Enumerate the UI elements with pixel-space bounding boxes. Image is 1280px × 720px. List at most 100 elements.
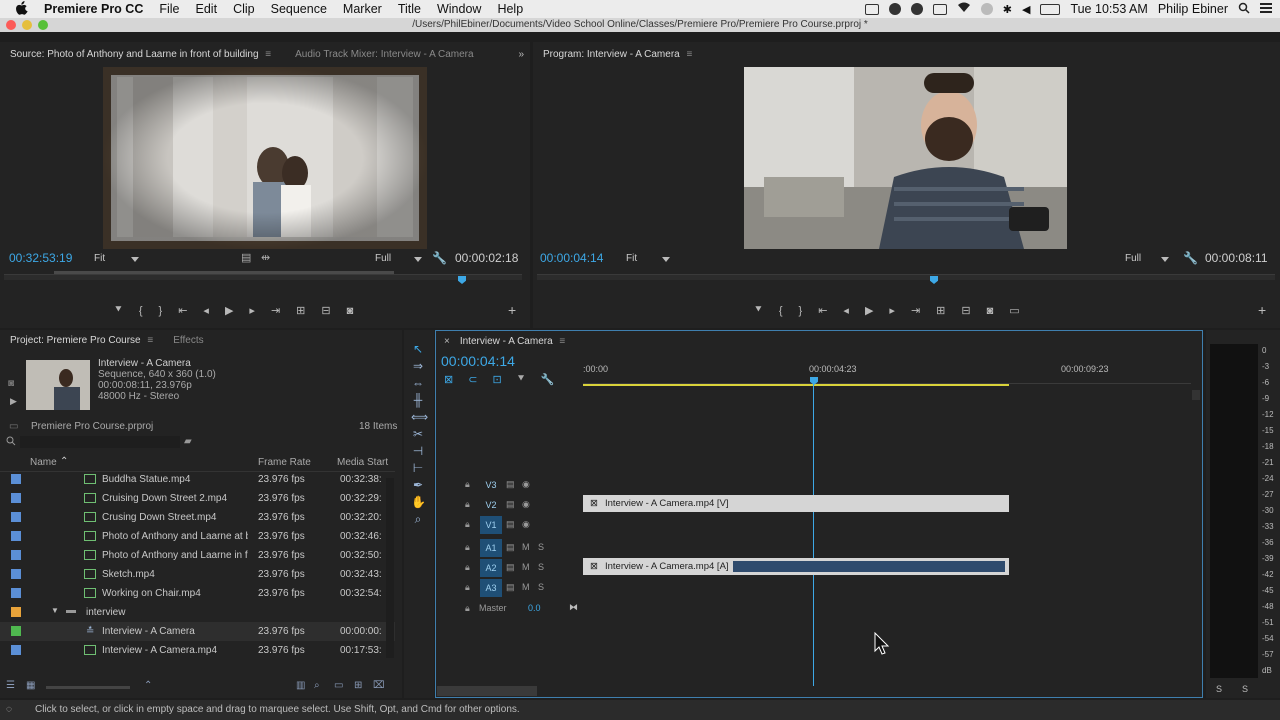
list-view-icon[interactable]: ☰ xyxy=(6,680,15,691)
pen-tool-icon[interactable]: ✒ xyxy=(411,478,425,492)
source-fit-dropdown-arrow[interactable] xyxy=(131,257,139,262)
project-search-input[interactable] xyxy=(20,436,180,448)
menu-file[interactable]: File xyxy=(159,2,179,16)
toggle-sync-icon[interactable]: ▤ xyxy=(506,562,515,573)
go-to-in-icon[interactable]: ⇤ xyxy=(178,304,187,317)
zoom-window-button[interactable] xyxy=(38,20,48,30)
audio-meter-solo-right[interactable]: S xyxy=(1242,684,1248,694)
audio-clip-a2[interactable]: ⊠ Interview - A Camera.mp4 [A] xyxy=(583,558,1009,575)
timeline-playhead-line[interactable] xyxy=(813,384,814,686)
source-settings-wrench-icon[interactable]: 🔧 xyxy=(432,251,447,265)
menu-clock[interactable]: Tue 10:53 AM xyxy=(1070,2,1147,16)
insert-icon[interactable]: ⊞ xyxy=(296,304,305,317)
menu-app-name[interactable]: Premiere Pro CC xyxy=(44,2,143,16)
list-item[interactable]: ≛ Interview - A Camera 23.976 fps 00:00:… xyxy=(0,622,395,641)
toggle-sync-icon[interactable]: ▤ xyxy=(506,542,515,553)
export-frame-icon[interactable]: ◙ xyxy=(347,305,354,317)
list-item[interactable]: Photo of Anthony and Laarne in fr 23.976… xyxy=(0,546,395,565)
tab-source[interactable]: Source: Photo of Anthony and Laarne in f… xyxy=(0,49,281,60)
wifi-icon[interactable] xyxy=(957,2,971,16)
overwrite-icon[interactable]: ⊟ xyxy=(321,304,330,317)
program-playhead[interactable] xyxy=(930,276,938,284)
video-clip-v2[interactable]: ⊠ Interview - A Camera.mp4 [V] xyxy=(583,495,1009,512)
play-icon[interactable]: ▶ xyxy=(225,304,233,317)
creative-cloud-icon[interactable] xyxy=(910,3,923,15)
tab-effects[interactable]: Effects xyxy=(163,335,213,346)
track-target-a1[interactable]: A1 xyxy=(480,539,502,557)
mark-out-icon[interactable]: } xyxy=(159,305,163,317)
mute-track-icon[interactable]: M xyxy=(522,582,530,592)
lock-track-icon[interactable]: 🔒︎ xyxy=(465,562,470,573)
solo-track-icon[interactable]: S xyxy=(538,542,544,552)
timeline-ruler[interactable] xyxy=(583,376,1191,384)
menu-help[interactable]: Help xyxy=(497,2,523,16)
track-header-v2[interactable]: 🔒︎ V2 ▤ ◉ xyxy=(440,496,582,514)
program-resolution-dropdown-arrow[interactable] xyxy=(1161,257,1169,262)
list-item[interactable]: Interview - A Camera.mp4 23.976 fps 00:1… xyxy=(0,641,395,660)
poster-frame-icon[interactable]: ◙ xyxy=(8,378,14,389)
track-header-master[interactable]: 🔒︎ Master 0.0 ⧓ xyxy=(440,600,582,618)
new-bin-icon[interactable]: ▭ xyxy=(334,680,343,691)
slip-tool-icon[interactable]: ⊣ xyxy=(411,444,425,458)
timeline-settings-wrench-icon[interactable]: 🔧 xyxy=(540,373,554,386)
toggle-sync-icon[interactable]: ▤ xyxy=(506,499,515,510)
lock-track-icon[interactable]: 🔒︎ xyxy=(465,499,470,510)
source-resolution-dropdown[interactable]: Full xyxy=(375,253,391,264)
disclosure-triangle-icon[interactable]: ▼ xyxy=(51,606,59,615)
program-step-forward-icon[interactable]: ▸ xyxy=(889,304,895,317)
column-frame-rate-header[interactable]: Frame Rate xyxy=(258,457,311,468)
program-fit-dropdown-arrow[interactable] xyxy=(662,257,670,262)
program-time-ruler[interactable] xyxy=(537,274,1275,280)
linked-selection-icon[interactable]: ⊡ xyxy=(492,373,501,386)
spotlight-search-icon[interactable] xyxy=(1238,2,1250,17)
track-header-v1[interactable]: 🔒︎ V1 ▤ ◉ xyxy=(440,516,582,534)
menu-sequence[interactable]: Sequence xyxy=(271,2,327,16)
solo-track-icon[interactable]: S xyxy=(538,562,544,572)
program-resolution-dropdown[interactable]: Full xyxy=(1125,253,1141,264)
project-preview-thumbnail[interactable] xyxy=(26,360,90,410)
lift-icon[interactable]: ⊞ xyxy=(936,304,945,317)
add-timeline-marker-icon[interactable]: ⯆ xyxy=(517,373,526,386)
find-icon[interactable]: ⌕ xyxy=(314,680,320,691)
label-color-swatch[interactable] xyxy=(11,531,21,541)
mute-track-icon[interactable]: M xyxy=(522,542,530,552)
menu-clip[interactable]: Clip xyxy=(233,2,255,16)
mark-in-icon[interactable]: { xyxy=(139,305,143,317)
mute-track-icon[interactable]: M xyxy=(522,562,530,572)
label-color-swatch[interactable] xyxy=(11,607,21,617)
project-scrollbar[interactable] xyxy=(386,478,394,658)
program-go-to-out-icon[interactable]: ⇥ xyxy=(911,304,920,317)
program-go-to-in-icon[interactable]: ⇤ xyxy=(818,304,827,317)
toggle-sync-icon[interactable]: ▤ xyxy=(506,479,515,490)
lock-track-icon[interactable]: 🔒︎ xyxy=(465,519,470,530)
minimize-window-button[interactable] xyxy=(22,20,32,30)
battery-icon[interactable] xyxy=(1040,3,1061,15)
solo-track-icon[interactable]: S xyxy=(538,582,544,592)
track-select-tool-icon[interactable]: ⇒ xyxy=(411,359,425,373)
label-color-swatch[interactable] xyxy=(11,588,21,598)
new-search-bin-icon[interactable]: ▰ xyxy=(184,436,192,447)
track-header-v3[interactable]: 🔒︎ V3 ▤ ◉ xyxy=(440,476,582,494)
go-to-out-icon[interactable]: ⇥ xyxy=(271,304,280,317)
column-media-start-header[interactable]: Media Start xyxy=(337,457,388,468)
source-button-editor-icon[interactable]: + xyxy=(508,302,516,318)
zoom-slider[interactable] xyxy=(46,686,130,689)
work-area-bar[interactable] xyxy=(583,384,1009,386)
track-target-v1[interactable]: V1 xyxy=(480,516,502,534)
source-time-ruler[interactable] xyxy=(4,274,522,280)
timeline-vertical-scrollbar[interactable] xyxy=(1192,390,1200,400)
program-mark-in-icon[interactable]: { xyxy=(779,305,783,317)
list-item[interactable]: Sketch.mp4 23.976 fps 00:32:43: xyxy=(0,565,395,584)
label-color-swatch[interactable] xyxy=(11,512,21,522)
toggle-sync-icon[interactable]: ▤ xyxy=(506,582,515,593)
timeline-timecode[interactable]: 00:00:04:14 xyxy=(441,353,515,369)
label-color-swatch[interactable] xyxy=(11,493,21,503)
lock-track-icon[interactable]: 🔒︎ xyxy=(465,582,470,593)
volume-icon[interactable]: ◀ xyxy=(1022,3,1030,16)
track-target-a3[interactable]: A3 xyxy=(480,579,502,597)
add-marker-icon[interactable]: ⯆ xyxy=(114,304,123,317)
menu-edit[interactable]: Edit xyxy=(196,2,218,16)
master-volume-value[interactable]: 0.0 xyxy=(528,603,541,613)
razor-tool-icon[interactable]: ✂ xyxy=(411,427,425,441)
icon-view-icon[interactable]: ▦ xyxy=(26,680,35,691)
